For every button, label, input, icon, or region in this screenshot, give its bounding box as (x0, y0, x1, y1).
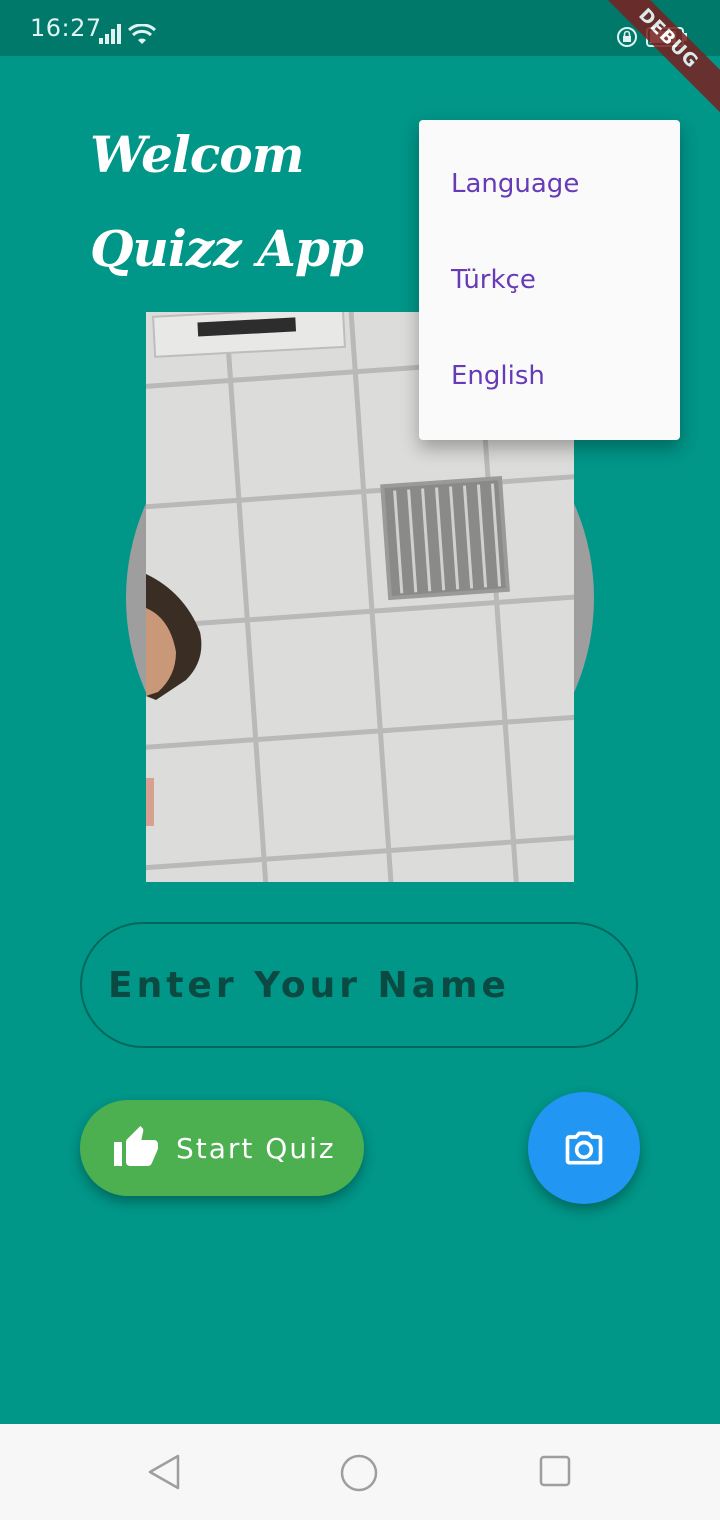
menu-item-english[interactable]: English (419, 328, 680, 424)
camera-button[interactable] (528, 1092, 640, 1204)
navigation-bar (0, 1424, 720, 1520)
signal-icon (99, 24, 121, 44)
language-menu: Language Türkçe English (419, 120, 680, 440)
menu-item-language[interactable]: Language (419, 136, 680, 232)
camera-icon (565, 1131, 603, 1165)
rotate-lock-icon (617, 27, 637, 47)
page-title: Welcom Quizz App (90, 125, 364, 278)
start-quiz-button[interactable]: Start Quiz (80, 1100, 364, 1196)
thumb-up-icon (114, 1126, 158, 1166)
back-icon[interactable] (146, 1454, 182, 1490)
menu-item-turkce[interactable]: Türkçe (419, 232, 680, 328)
start-quiz-label: Start Quiz (176, 1131, 336, 1165)
home-icon[interactable] (340, 1454, 378, 1492)
wifi-icon (128, 24, 156, 44)
debug-banner: DEBUG (586, 0, 720, 121)
status-time: 16:27 (30, 14, 102, 42)
name-input[interactable] (80, 922, 638, 1048)
status-bar: 16:27 DEBUG (0, 0, 720, 121)
recents-icon[interactable] (538, 1454, 572, 1488)
